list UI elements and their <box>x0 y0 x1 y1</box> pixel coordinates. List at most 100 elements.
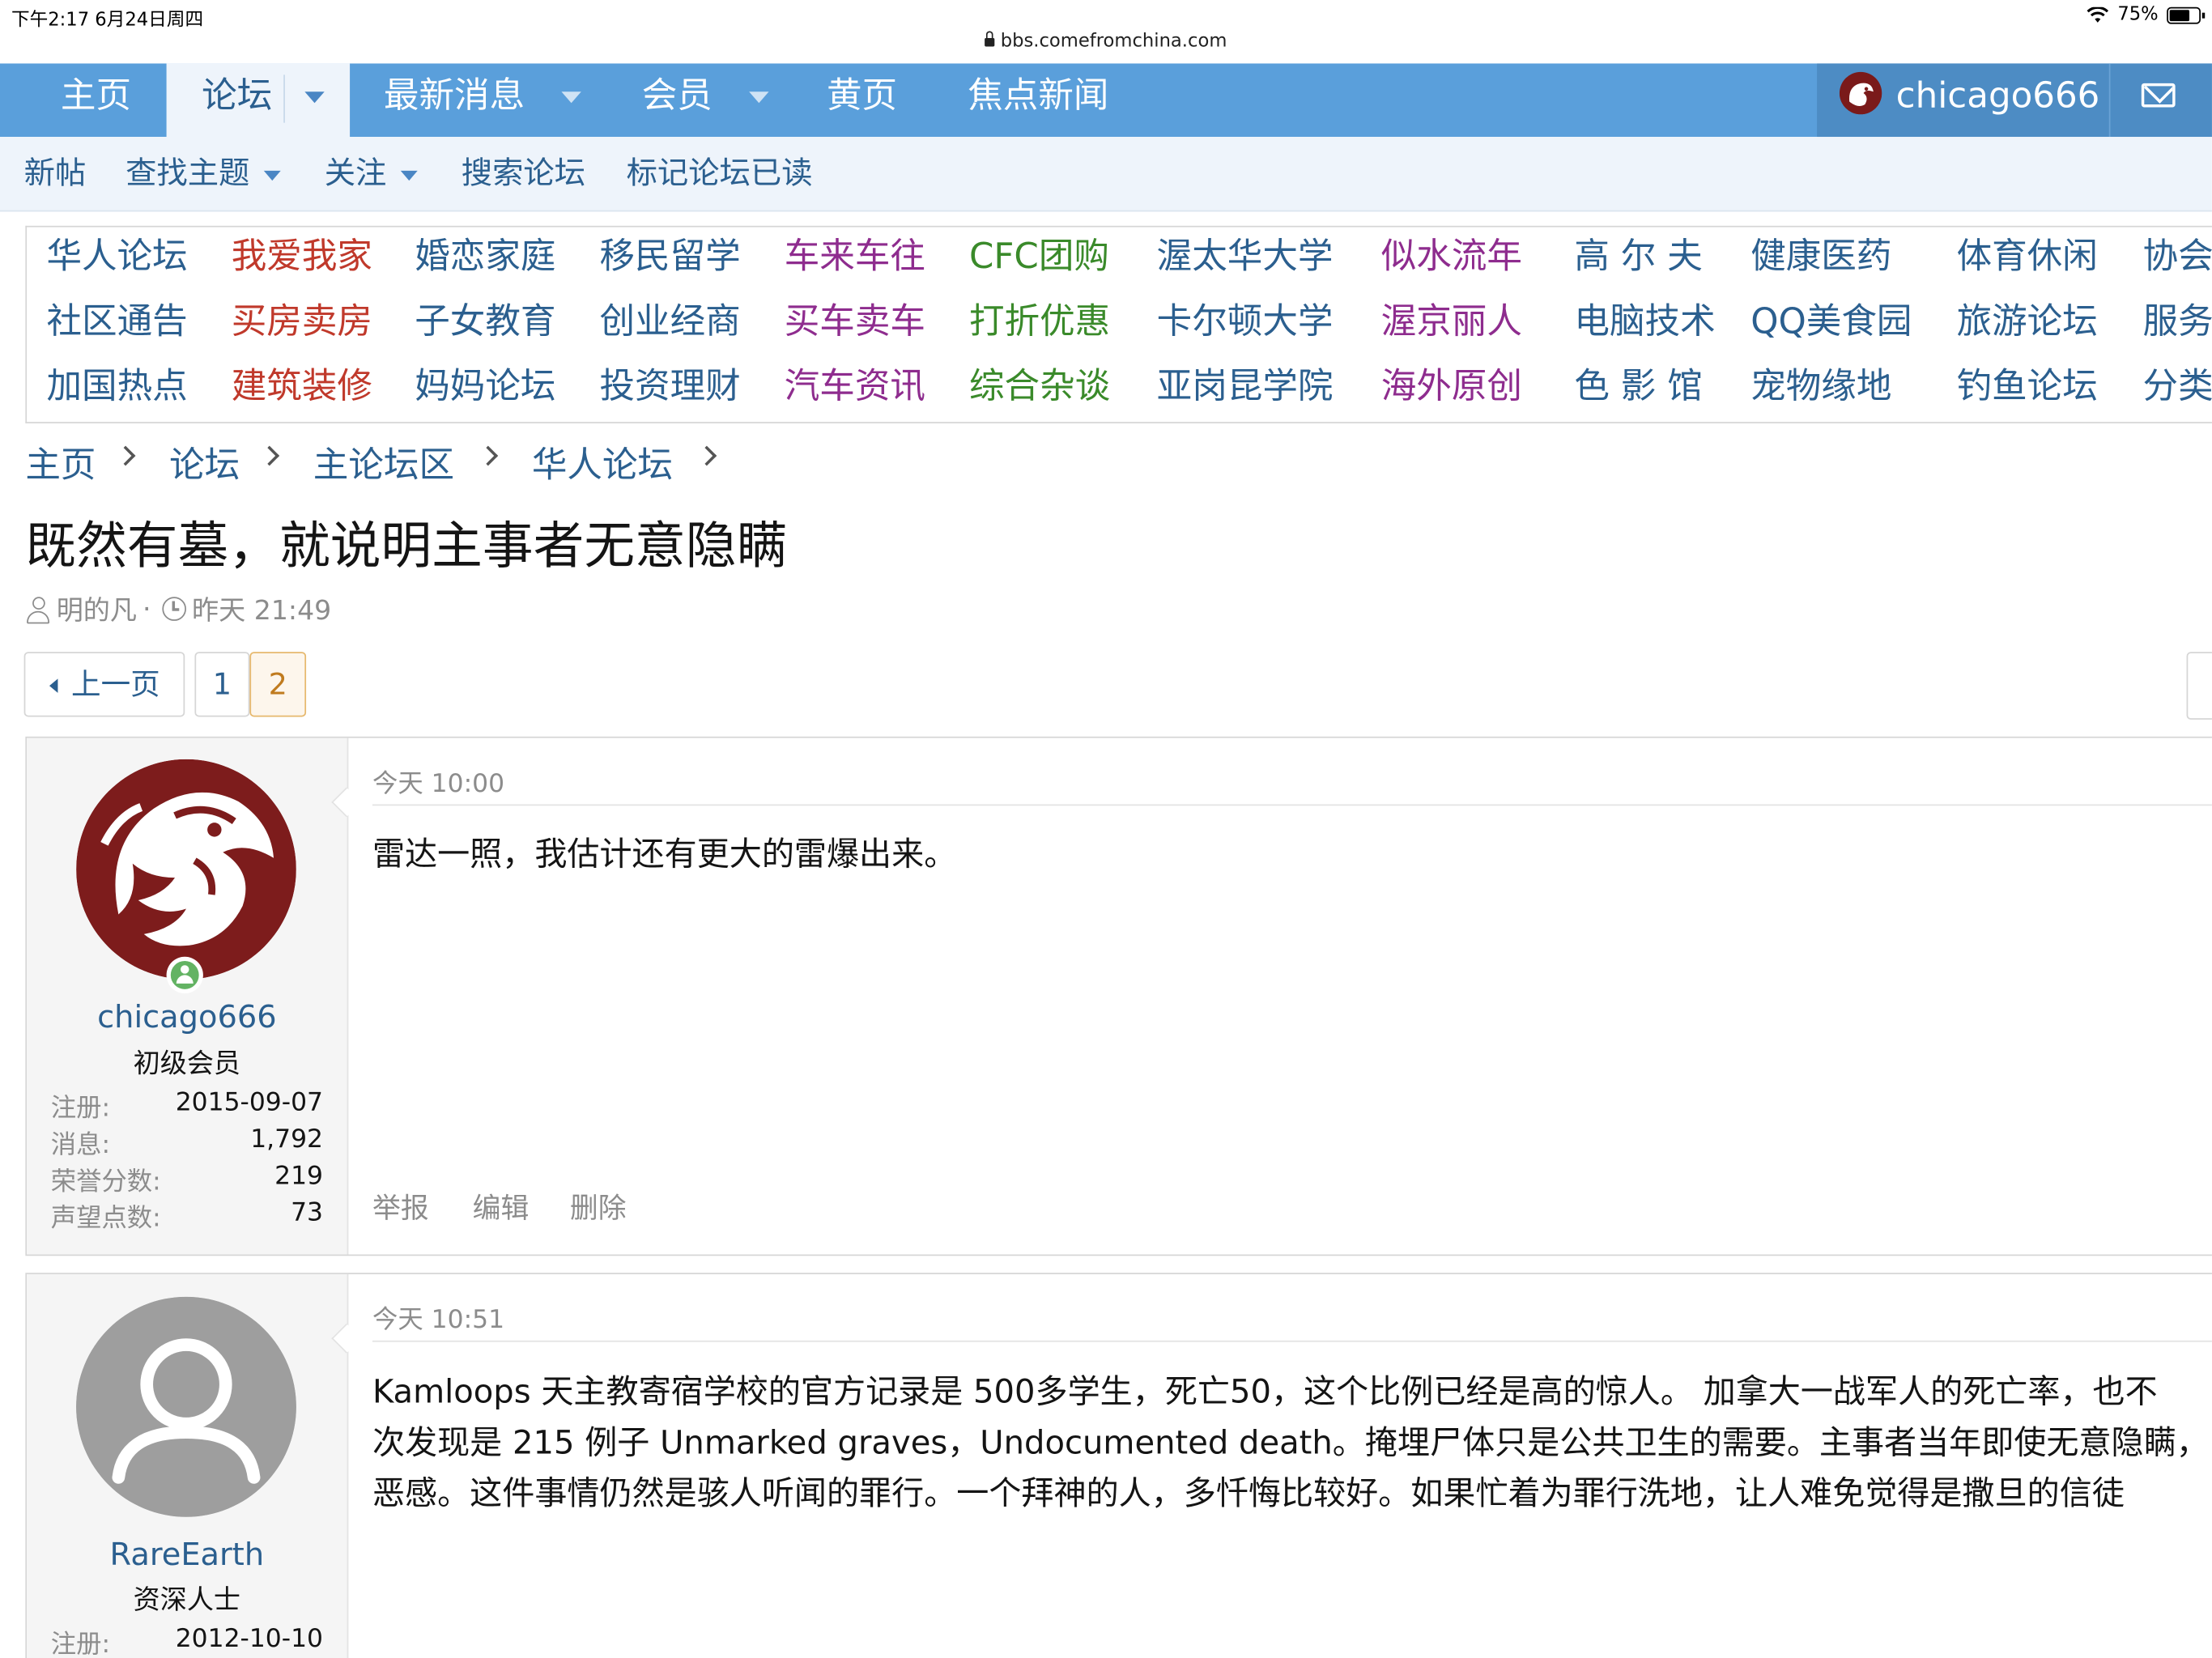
forum-link[interactable]: 社区通告 <box>46 300 187 342</box>
page-1-button[interactable]: 1 <box>194 652 250 717</box>
status-time: 下午2:17 6月24日周四 <box>11 10 204 32</box>
nav-forums[interactable]: 论坛 <box>166 63 351 138</box>
post-user-panel: chicago666 初级会员 注册: 2015-09-07 消息: 1,792 荣… <box>27 738 349 1255</box>
forum-link[interactable]: 宠物缘地 <box>1750 365 1891 407</box>
forum-link[interactable]: 车来车往 <box>785 236 925 278</box>
breadcrumb-home[interactable]: 主页 <box>25 437 96 488</box>
forum-link[interactable]: 买车卖车 <box>785 300 925 342</box>
nav-members[interactable]: 会员 <box>642 63 769 137</box>
status-bar: 下午2:17 6月24日周四 75% <box>0 0 2212 31</box>
nav-news-label: 焦点新闻 <box>968 74 1109 116</box>
nav-forums-chevron-down-icon[interactable] <box>304 63 325 128</box>
forum-link[interactable]: 协会 <box>2143 236 2212 278</box>
forum-link[interactable]: 卡尔顿大学 <box>1157 300 1334 342</box>
breadcrumb-main-area[interactable]: 主论坛区 <box>313 437 454 488</box>
clock-icon <box>162 597 187 621</box>
forum-link[interactable]: 妈妈论坛 <box>415 365 555 407</box>
watched-chevron-down-icon[interactable] <box>400 170 418 181</box>
avatar[interactable] <box>76 759 296 980</box>
post-username[interactable]: RareEarth <box>27 1538 347 1574</box>
forum-link[interactable]: 综合杂谈 <box>969 365 1110 407</box>
forum-link[interactable]: 建筑装修 <box>232 365 372 407</box>
forum-link[interactable]: 渥太华大学 <box>1157 236 1334 278</box>
meta-separator: · <box>142 593 151 625</box>
forum-link[interactable]: 创业经商 <box>599 300 740 342</box>
forum-link[interactable]: 旅游论坛 <box>1957 300 2098 342</box>
find-threads-chevron-down-icon[interactable] <box>263 170 281 181</box>
forum-link[interactable]: 电脑技术 <box>1574 300 1715 342</box>
subnav-new-posts[interactable]: 新帖 <box>24 137 87 213</box>
forum-link[interactable]: 汽车资讯 <box>785 365 925 407</box>
forum-link[interactable]: 海外原创 <box>1381 365 1522 407</box>
forum-link[interactable]: 婚恋家庭 <box>415 236 555 278</box>
nav-forums-label: 论坛 <box>202 74 273 116</box>
forum-link[interactable]: 亚岗昆学院 <box>1157 365 1334 407</box>
nav-inbox[interactable] <box>2108 63 2212 138</box>
url-text: bbs.comefromchina.com <box>1000 31 1227 53</box>
post-body: Kamloops 天主教寄宿学校的官方记录是 500多学生，死亡50，这个比例已… <box>372 1367 2212 1520</box>
nav-news[interactable]: 焦点新闻 <box>968 63 1108 137</box>
nav-home-label: 主页 <box>60 74 132 116</box>
nav-members-chevron-down-icon[interactable] <box>749 74 769 116</box>
forum-link[interactable]: 服务 <box>2143 300 2212 342</box>
post-text-line: 恶感。这件事情仍然是骇人听闻的罪行。一个拜神的人，多忏悔比较好。如果忙着为罪行洗… <box>372 1476 2125 1513</box>
post-user-panel: RareEarth 资深人士 注册: 2012-10-10 <box>27 1273 349 1658</box>
nav-username: chicago666 <box>1895 74 2100 116</box>
forum-link[interactable]: 钓鱼论坛 <box>1957 365 2098 407</box>
post: chicago666 初级会员 注册: 2015-09-07 消息: 1,792 荣… <box>25 736 2212 1256</box>
breadcrumb-forums[interactable]: 论坛 <box>169 437 240 488</box>
forum-link[interactable]: 似水流年 <box>1381 236 1522 278</box>
forum-link[interactable]: 移民留学 <box>599 236 740 278</box>
forum-link[interactable]: 加国热点 <box>46 365 187 407</box>
forum-link[interactable]: 高 尔 夫 <box>1574 236 1702 278</box>
forum-link[interactable]: 子女教育 <box>415 300 555 342</box>
subnav-mark-read[interactable]: 标记论坛已读 <box>627 137 813 213</box>
breadcrumb-chinese-forum[interactable]: 华人论坛 <box>532 437 673 488</box>
subnav-find-threads[interactable]: 查找主题 <box>125 137 281 213</box>
forum-link[interactable]: 渥京丽人 <box>1381 300 1522 342</box>
report-button[interactable]: 举报 <box>372 1185 429 1226</box>
divider <box>372 1340 2212 1342</box>
forum-link[interactable]: QQ美食园 <box>1750 300 1912 342</box>
forum-link[interactable]: 买房卖房 <box>232 300 372 342</box>
forum-link[interactable]: 分类 <box>2143 365 2212 407</box>
forum-link[interactable]: 色 影 馆 <box>1574 365 1702 407</box>
nav-whats-new[interactable]: 最新消息 <box>384 63 581 137</box>
forum-link[interactable]: 华人论坛 <box>46 236 187 278</box>
post: RareEarth 资深人士 注册: 2012-10-10 今天 10:51 Ka… <box>25 1273 2212 1658</box>
forum-link[interactable]: CFC团购 <box>969 236 1109 278</box>
nav-home[interactable]: 主页 <box>25 63 166 137</box>
page-jump-button[interactable] <box>2186 652 2212 720</box>
edit-button[interactable]: 编辑 <box>473 1185 530 1226</box>
post-user-title: 资深人士 <box>133 1584 241 1616</box>
nav-whats-new-label: 最新消息 <box>383 74 525 116</box>
avatar[interactable] <box>76 1296 296 1517</box>
nav-account[interactable]: chicago666 <box>1817 63 2111 138</box>
stat-key: 注册: <box>50 1630 111 1658</box>
thread-author[interactable]: 明的凡 <box>57 590 137 628</box>
prev-page-button[interactable]: 上一页 <box>23 652 185 717</box>
thread-time[interactable]: 昨天 21:49 <box>192 590 331 628</box>
page-2-button[interactable]: 2 <box>249 652 307 717</box>
forum-links-grid: 华人论坛 我爱我家 婚恋家庭 移民留学 车来车往 CFC团购 渥太华大学 似水流年 高 尔 夫 健… <box>25 225 2212 423</box>
post-time[interactable]: 今天 10:00 <box>372 763 504 800</box>
subnav-search-forums[interactable]: 搜索论坛 <box>462 137 585 213</box>
battery-percent: 75% <box>2117 4 2159 26</box>
main-nav: 主页 论坛 最新消息 会员 黄页 焦点新闻 chicago666 <box>0 63 2212 138</box>
forum-link[interactable]: 投资理财 <box>599 365 740 407</box>
forum-link[interactable]: 我爱我家 <box>232 236 372 278</box>
forum-link[interactable]: 体育休闲 <box>1957 236 2098 278</box>
forum-link[interactable]: 打折优惠 <box>969 300 1110 342</box>
thread-title: 既然有墓，就说明主事者无意隐瞒 <box>25 517 788 576</box>
forum-link[interactable]: 健康医药 <box>1750 236 1891 278</box>
stat-value: 73 <box>291 1197 323 1228</box>
nav-yellow-pages[interactable]: 黄页 <box>827 63 897 137</box>
nav-whats-new-chevron-down-icon[interactable] <box>561 74 581 116</box>
post-time[interactable]: 今天 10:51 <box>372 1299 504 1336</box>
user-icon <box>25 595 50 623</box>
post-username[interactable]: chicago666 <box>27 1001 347 1036</box>
address-bar[interactable]: bbs.comefromchina.com <box>0 31 2212 52</box>
subnav-watched[interactable]: 关注 <box>325 137 418 213</box>
delete-button[interactable]: 删除 <box>570 1185 627 1226</box>
divider <box>372 804 2212 806</box>
